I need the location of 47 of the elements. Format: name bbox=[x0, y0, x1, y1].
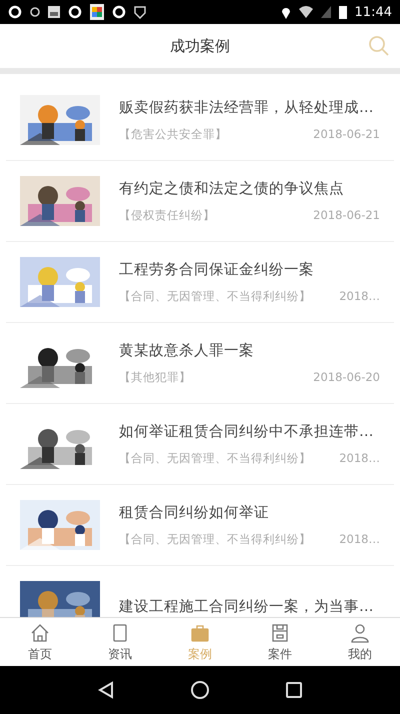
page-title: 成功案例 bbox=[170, 36, 230, 56]
signal-icon bbox=[320, 6, 331, 18]
tab[interactable]: 资讯 bbox=[80, 618, 160, 666]
ring-icon bbox=[112, 5, 126, 19]
case-date: 2018… bbox=[339, 532, 380, 547]
case-title: 有约定之债和法定之债的争议焦点 bbox=[119, 180, 345, 198]
battery-icon bbox=[338, 5, 347, 19]
case-category: 【侵权责任纠纷】 bbox=[119, 208, 215, 223]
recent-apps-icon[interactable] bbox=[284, 681, 303, 699]
back-icon[interactable] bbox=[97, 681, 116, 699]
app-icon bbox=[90, 4, 104, 20]
ring-icon bbox=[8, 5, 22, 19]
case-category: 【其他犯罪】 bbox=[119, 370, 191, 385]
shield-icon bbox=[134, 6, 146, 18]
case-list-item[interactable]: 租赁合同纠纷如何举证 【合同、无因管理、不当得利纠纷】 2018… bbox=[6, 485, 394, 566]
case-title: 如何举证租赁合同纠纷中不承担连带… bbox=[119, 422, 374, 441]
home-icon[interactable] bbox=[190, 680, 210, 700]
case-category: 【合同、无因管理、不当得利纠纷】 bbox=[119, 451, 311, 466]
home-icon bbox=[29, 622, 51, 644]
wifi-icon bbox=[298, 6, 313, 18]
case-list-item[interactable]: 贩卖假药获非法经营罪，从轻处理成… 【危害公共安全罪】 2018-06-21 bbox=[6, 80, 394, 161]
person-icon bbox=[349, 622, 371, 644]
circle-icon bbox=[30, 7, 40, 17]
case-date: 2018-06-21 bbox=[313, 208, 380, 223]
case-category: 【合同、无因管理、不当得利纠纷】 bbox=[119, 289, 311, 304]
case-list-item[interactable]: 工程劳务合同保证金纠纷一案 【合同、无因管理、不当得利纠纷】 2018… bbox=[6, 242, 394, 323]
case-date: 2018… bbox=[339, 289, 380, 304]
tab[interactable]: 案件 bbox=[240, 618, 320, 666]
case-category: 【合同、无因管理、不当得利纠纷】 bbox=[119, 532, 311, 547]
case-date: 2018-06-21 bbox=[313, 127, 380, 142]
location-pin-icon bbox=[280, 6, 291, 18]
ring-icon bbox=[68, 5, 82, 19]
clock-time: 11:44 bbox=[354, 4, 392, 20]
case-title: 租赁合同纠纷如何举证 bbox=[119, 504, 270, 522]
image-icon bbox=[48, 6, 60, 18]
case-title: 建设工程施工合同纠纷一案，为当事… bbox=[119, 598, 374, 616]
tab[interactable]: 首页 bbox=[0, 618, 80, 666]
case-title: 贩卖假药获非法经营罪，从轻处理成… bbox=[119, 99, 374, 117]
case-list-item[interactable]: 如何举证租赁合同纠纷中不承担连带… 【合同、无因管理、不当得利纠纷】 2018… bbox=[6, 404, 394, 485]
tab[interactable]: 我的 bbox=[320, 618, 400, 666]
case-list-item[interactable]: 黄某故意杀人罪一案 【其他犯罪】 2018-06-20 bbox=[6, 323, 394, 404]
case-list-item[interactable]: 有约定之债和法定之债的争议焦点 【侵权责任纠纷】 2018-06-21 bbox=[6, 161, 394, 242]
case-title: 工程劳务合同保证金纠纷一案 bbox=[119, 260, 315, 279]
case-title: 黄某故意杀人罪一案 bbox=[119, 342, 255, 360]
case-date: 2018… bbox=[339, 451, 380, 466]
case-date: 2018-06-20 bbox=[313, 370, 380, 385]
case-category: 【危害公共安全罪】 bbox=[119, 127, 227, 142]
